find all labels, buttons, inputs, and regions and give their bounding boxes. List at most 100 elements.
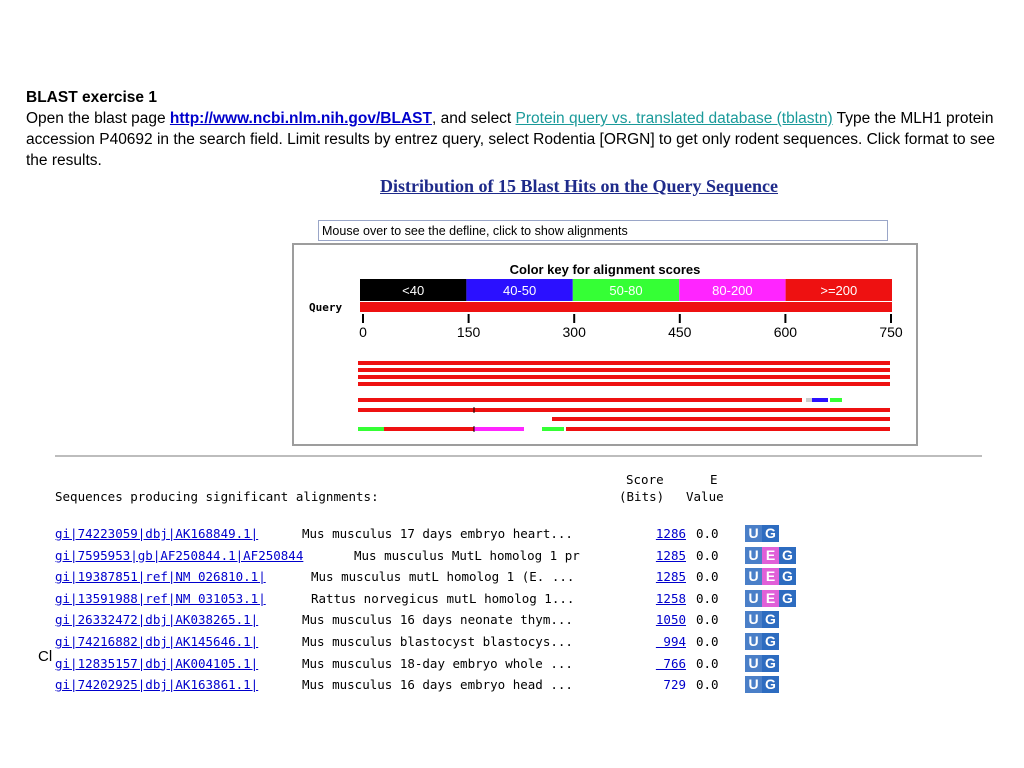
hit-segment[interactable] xyxy=(358,368,890,372)
instruction-text-1: Open the blast page xyxy=(26,110,170,127)
instruction-text-2: , and select xyxy=(431,110,516,127)
unigene-icon[interactable]: U xyxy=(745,589,762,607)
unigene-icon[interactable]: U xyxy=(745,568,762,586)
evalue-header-2: Value xyxy=(686,489,724,504)
axis-tick-label: 750 xyxy=(879,324,903,340)
result-score-link[interactable]: 1258 xyxy=(626,589,686,609)
result-evalue: 0.0 xyxy=(696,569,719,585)
result-id-link[interactable]: gi|7595953|gb|AF250844.1|AF250844 xyxy=(55,548,303,563)
hit-distribution-graphic: Color key for alignment scores <40 40-50 5… xyxy=(292,243,918,446)
result-row: gi|74223059|dbj|AK168849.1| Mus musculus … xyxy=(55,524,779,544)
separator xyxy=(55,455,982,457)
result-id-link[interactable]: gi|74216882|dbj|AK145646.1| xyxy=(55,634,258,649)
result-description: Mus musculus 16 days neonate thym... xyxy=(302,612,573,628)
unigene-icon[interactable]: U xyxy=(745,633,762,650)
color-key: <40 40-50 50-80 80-200 >=200 xyxy=(360,279,892,301)
linkout-badges: UG xyxy=(745,525,779,542)
distribution-title: Distribution of 15 Blast Hits on the Que… xyxy=(380,176,779,196)
hit-segment[interactable] xyxy=(358,398,802,402)
exercise-instructions: BLAST exercise 1 Open the blast page htt… xyxy=(26,87,1001,171)
result-row: gi|7595953|gb|AF250844.1|AF250844 Mus mus… xyxy=(55,546,796,566)
result-score-link[interactable]: 1285 xyxy=(626,546,686,566)
hit-segment[interactable] xyxy=(474,427,524,431)
linkout-badges: UEG xyxy=(745,546,796,564)
evalue-header-1: E xyxy=(710,472,718,487)
hit-segment[interactable] xyxy=(566,427,890,431)
query-axis: 0 150 300 450 600 750 xyxy=(359,314,903,340)
hit-segment[interactable] xyxy=(358,382,890,386)
result-score-link[interactable]: 1286 xyxy=(626,524,686,544)
query-bar xyxy=(360,302,892,312)
color-key-label: 80-200 xyxy=(712,283,752,298)
unigene-icon[interactable]: U xyxy=(745,654,762,672)
gene-expression-icon[interactable]: E xyxy=(762,546,779,564)
color-key-label: <40 xyxy=(402,283,424,298)
entrez-gene-icon[interactable]: G xyxy=(779,589,796,607)
result-description: Mus musculus MutL homolog 1 pr xyxy=(354,547,580,563)
hit-segment[interactable] xyxy=(384,427,474,431)
color-key-label: 50-80 xyxy=(609,283,642,298)
linkout-badges: UEG xyxy=(745,589,796,607)
result-row: gi|19387851|ref|NM 026810.1| Mus musculus… xyxy=(55,567,796,587)
result-row: gi|74216882|dbj|AK145646.1| Mus musculus … xyxy=(55,632,779,652)
hit-segment[interactable] xyxy=(552,417,890,421)
result-id-link[interactable]: gi|74223059|dbj|AK168849.1| xyxy=(55,526,258,541)
result-row: gi|26332472|dbj|AK038265.1| Mus musculus … xyxy=(55,610,779,630)
hit-bars[interactable] xyxy=(358,361,890,432)
result-id-link[interactable]: gi|12835157|dbj|AK004105.1| xyxy=(55,656,258,671)
gene-expression-icon[interactable]: E xyxy=(762,568,779,586)
result-score-link[interactable]: 766 xyxy=(626,654,686,674)
result-score-link[interactable]: 1050 xyxy=(626,610,686,630)
tblastn-link[interactable]: Protein query vs. translated database (t… xyxy=(516,110,833,127)
stray-text: Cl xyxy=(38,648,53,665)
linkout-badges: UEG xyxy=(745,568,796,586)
result-description: Mus musculus 18-day embryo whole ... xyxy=(302,655,573,671)
result-id-link[interactable]: gi|74202925|dbj|AK163861.1| xyxy=(55,677,258,692)
hit-segment[interactable] xyxy=(806,398,812,402)
result-description: Rattus norvegicus mutL homolog 1... xyxy=(311,590,575,606)
entrez-gene-icon[interactable]: G xyxy=(779,546,796,564)
entrez-gene-icon[interactable]: G xyxy=(762,633,779,650)
hit-segment[interactable] xyxy=(830,398,842,402)
hit-segment[interactable] xyxy=(358,375,890,379)
result-score-link[interactable]: 1285 xyxy=(626,567,686,587)
result-row: gi|13591988|ref|NM 031053.1| Rattus norve… xyxy=(55,589,796,609)
entrez-gene-icon[interactable]: G xyxy=(762,676,779,694)
gene-expression-icon[interactable]: E xyxy=(762,589,779,607)
hit-segment[interactable] xyxy=(358,427,384,431)
axis-tick-label: 450 xyxy=(668,324,692,340)
result-description: Mus musculus mutL homolog 1 (E. ... xyxy=(311,569,575,585)
result-id-link[interactable]: gi|13591988|ref|NM 031053.1| xyxy=(55,591,266,606)
result-score-link[interactable]: 994 xyxy=(626,632,686,652)
entrez-gene-icon[interactable]: G xyxy=(762,525,779,542)
blast-page-link[interactable]: http://www.ncbi.nlm.nih.gov/BLAST xyxy=(170,110,432,127)
result-score-link[interactable]: 729 xyxy=(626,675,686,695)
axis-tick-label: 300 xyxy=(563,324,587,340)
hit-segment[interactable] xyxy=(358,408,890,412)
result-row: gi|74202925|dbj|AK163861.1| Mus musculus … xyxy=(55,675,779,695)
result-id-link[interactable]: gi|26332472|dbj|AK038265.1| xyxy=(55,612,258,627)
unigene-icon[interactable]: U xyxy=(745,525,762,542)
result-description: Mus musculus blastocyst blastocys... xyxy=(302,634,573,649)
color-key-label: 40-50 xyxy=(503,283,536,298)
defline-box: Mouse over to see the defline, click to … xyxy=(318,220,888,241)
result-id-link[interactable]: gi|19387851|ref|NM 026810.1| xyxy=(55,569,266,584)
linkout-badges: UG xyxy=(745,654,779,672)
result-description: Mus musculus 17 days embryo heart... xyxy=(302,526,573,541)
score-header-1: Score xyxy=(626,472,664,487)
entrez-gene-icon[interactable]: G xyxy=(762,654,779,672)
result-evalue: 0.0 xyxy=(696,526,719,541)
entrez-gene-icon[interactable]: G xyxy=(779,568,796,586)
unigene-icon[interactable]: U xyxy=(745,611,762,629)
axis-tick-label: 150 xyxy=(457,324,481,340)
hit-segment[interactable] xyxy=(358,361,890,365)
unigene-icon[interactable]: U xyxy=(745,676,762,694)
result-evalue: 0.0 xyxy=(696,655,719,671)
unigene-icon[interactable]: U xyxy=(745,546,762,564)
entrez-gene-icon[interactable]: G xyxy=(762,611,779,629)
hit-segment[interactable] xyxy=(542,427,564,431)
hit-distribution-svg: Color key for alignment scores <40 40-50 5… xyxy=(309,262,903,432)
score-header-2: (Bits) xyxy=(619,489,665,504)
hit-segment[interactable] xyxy=(812,398,828,402)
result-description: Mus musculus 16 days embryo head ... xyxy=(302,677,573,693)
